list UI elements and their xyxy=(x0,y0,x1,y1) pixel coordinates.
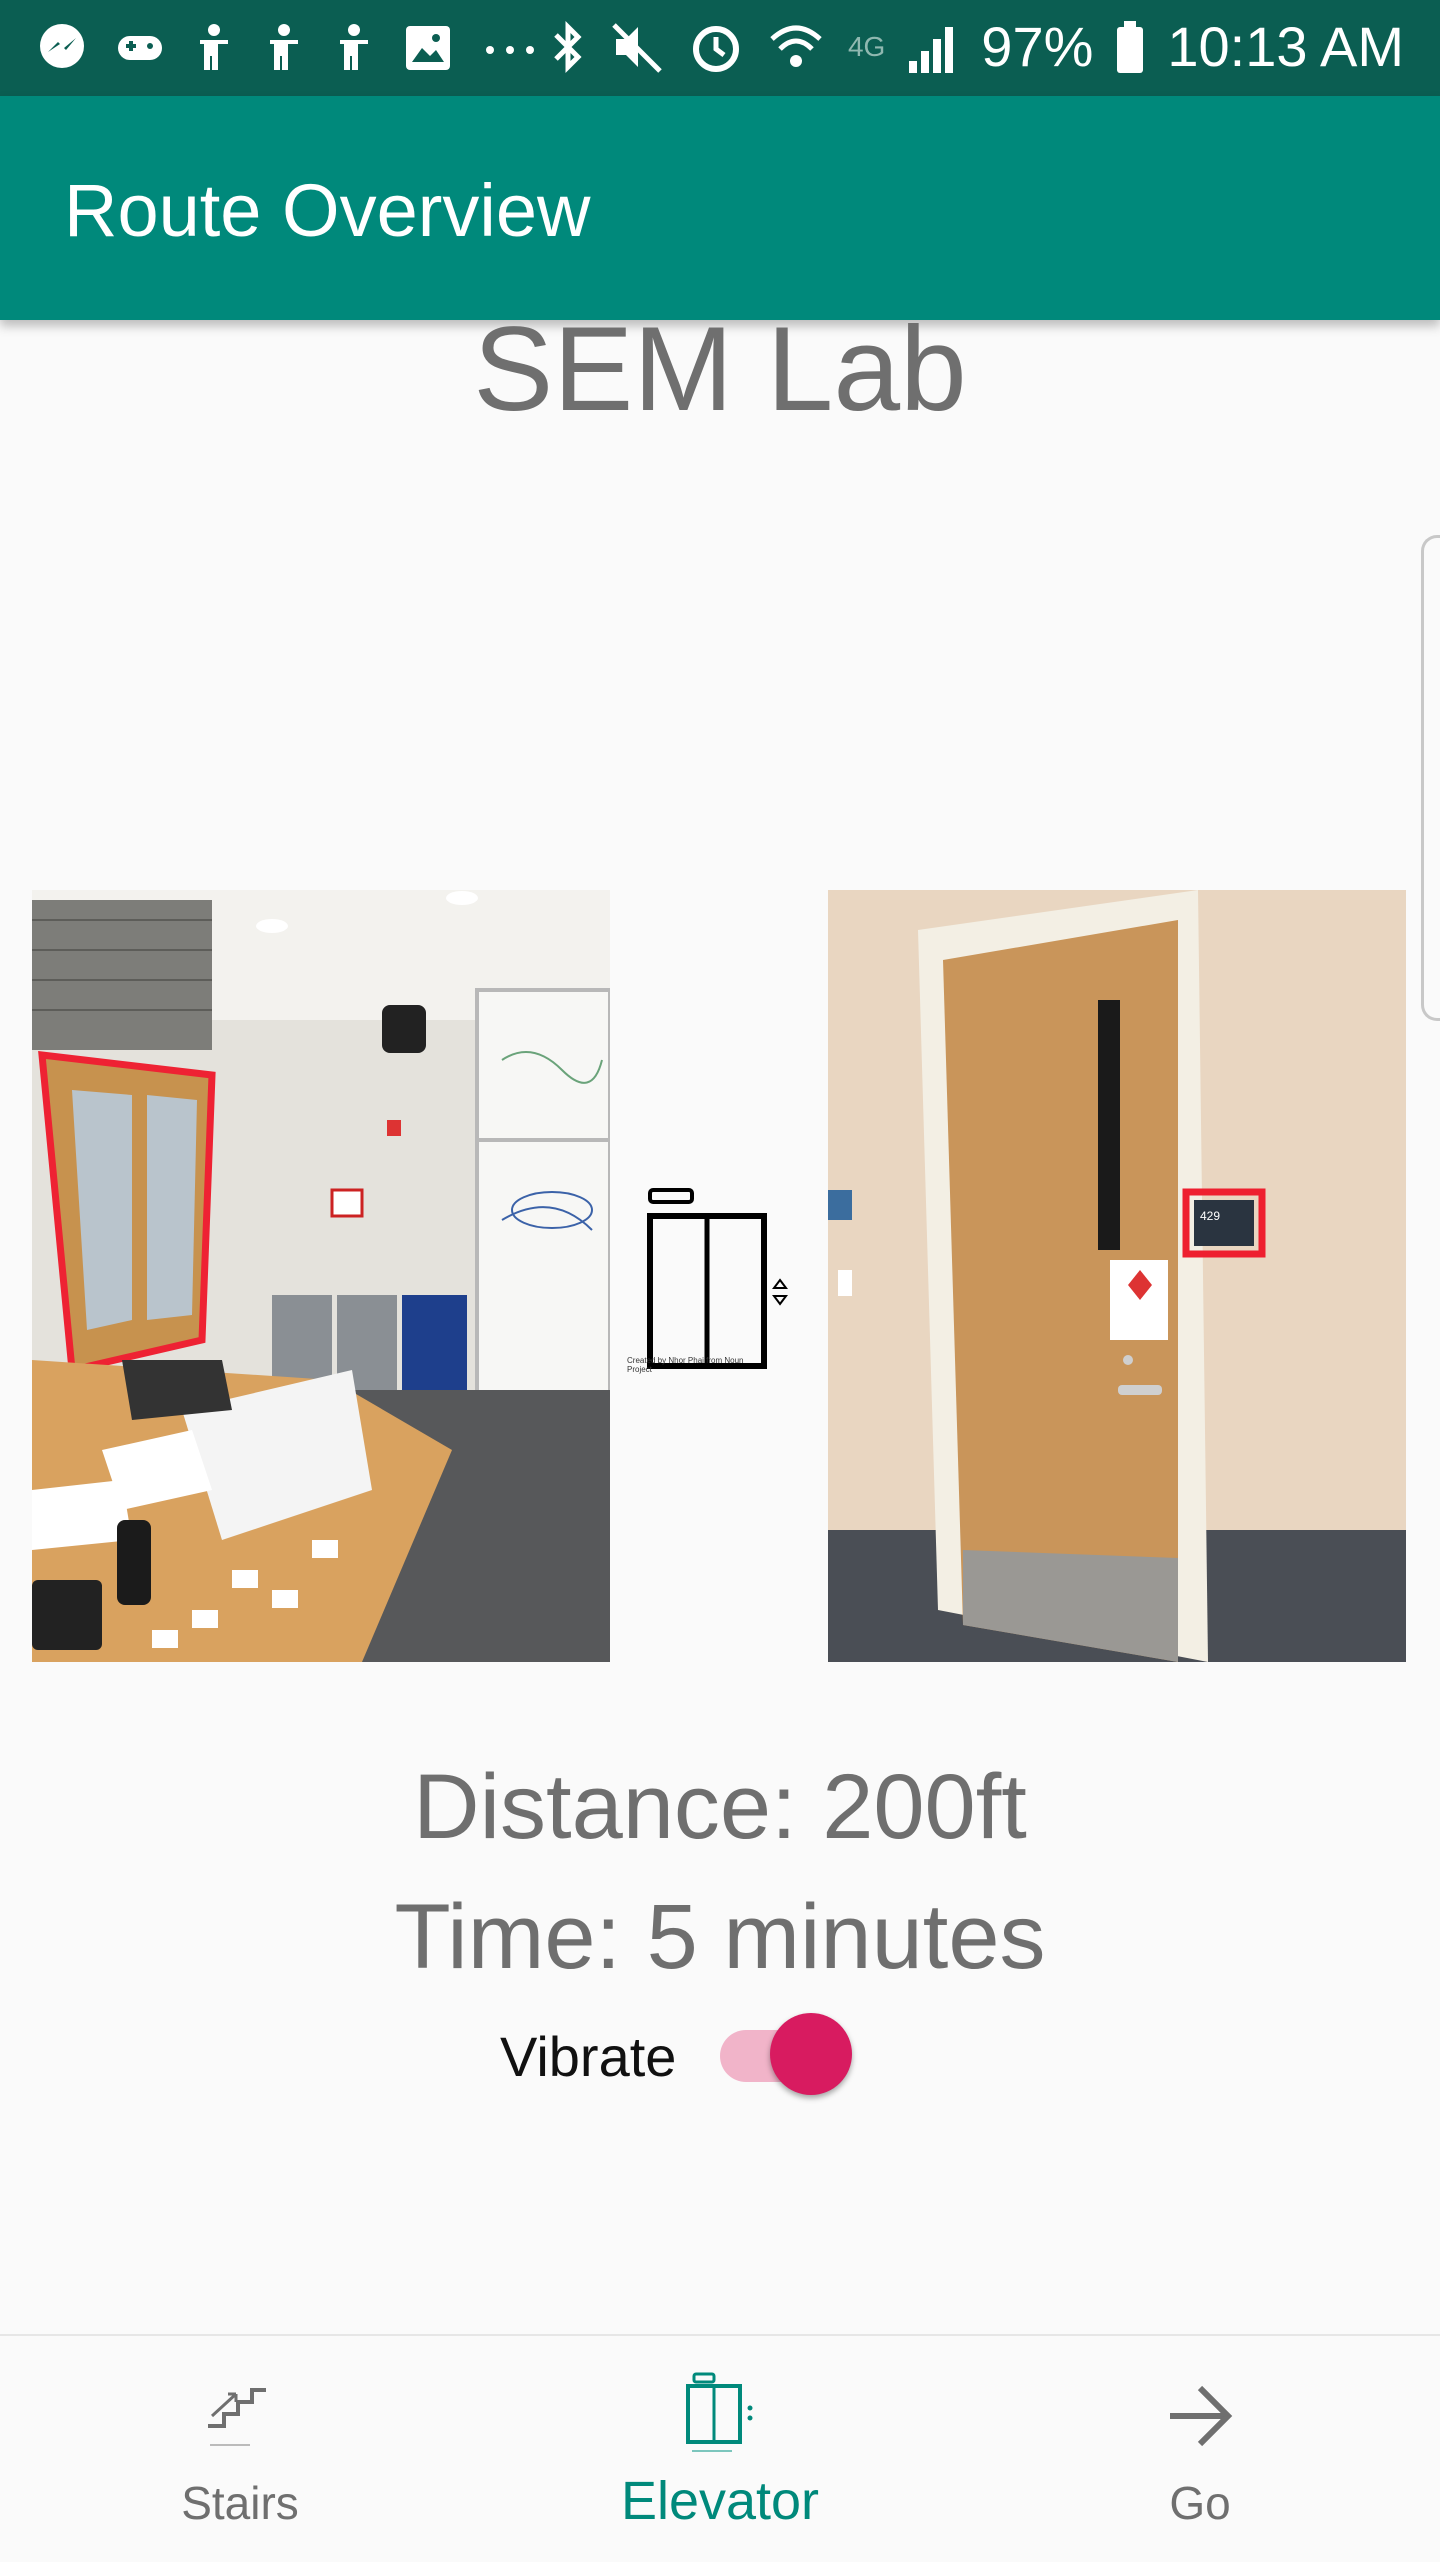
route-distance: Distance: 200ft xyxy=(413,1756,1027,1858)
bottom-navigation: Stairs Elevator Go xyxy=(0,2334,1440,2562)
app-bar: Route Overview xyxy=(0,96,1440,320)
battery-icon xyxy=(1115,17,1145,77)
tab-go-label: Go xyxy=(1169,2477,1231,2529)
tab-elevator[interactable]: Elevator xyxy=(480,2336,960,2562)
vibrate-switch-thumb[interactable] xyxy=(770,2013,852,2095)
alarm-icon xyxy=(688,17,744,77)
elevator-icon xyxy=(680,2370,760,2456)
status-bar: 4G 97% 10:13 AM xyxy=(0,0,1440,96)
elevator-icon xyxy=(620,1180,800,1380)
edge-scroll-handle[interactable] xyxy=(1421,535,1440,1021)
room-number: 429 xyxy=(1200,1209,1220,1223)
messenger-icon xyxy=(36,22,88,74)
tab-stairs[interactable]: Stairs xyxy=(0,2336,480,2562)
destination-title: SEM Lab xyxy=(473,302,967,436)
battery-percent: 97% xyxy=(981,15,1094,78)
start-location-photo xyxy=(32,890,610,1662)
page-title: Route Overview xyxy=(64,169,591,252)
network-type: 4G xyxy=(847,30,886,62)
mute-vibrate-icon xyxy=(610,17,666,77)
tab-stairs-label: Stairs xyxy=(181,2477,299,2529)
bluetooth-icon xyxy=(548,17,588,77)
accessibility-icon xyxy=(262,22,306,74)
route-time: Time: 5 minutes xyxy=(394,1886,1046,1988)
tab-elevator-label: Elevator xyxy=(620,2471,820,2531)
tab-go[interactable]: Go xyxy=(960,2336,1440,2562)
vibrate-label: Vibrate xyxy=(500,2025,677,2088)
more-dots-icon xyxy=(480,22,540,74)
arrow-right-icon xyxy=(1160,2370,1240,2456)
status-time: 10:13 AM xyxy=(1167,15,1404,78)
game-controller-icon xyxy=(114,22,166,74)
notification-icons xyxy=(36,22,540,74)
accessibility-icon xyxy=(332,22,376,74)
wifi-icon xyxy=(766,17,826,77)
stairs-icon xyxy=(200,2370,280,2456)
system-icons: 4G 97% 10:13 AM xyxy=(548,14,1404,79)
image-icon xyxy=(402,22,454,74)
accessibility-icon xyxy=(192,22,236,74)
destination-photo: 429 xyxy=(828,890,1406,1662)
icon-credit: Created by Nhor Phai from Noun Project xyxy=(627,1356,744,1374)
signal-icon xyxy=(907,17,959,77)
